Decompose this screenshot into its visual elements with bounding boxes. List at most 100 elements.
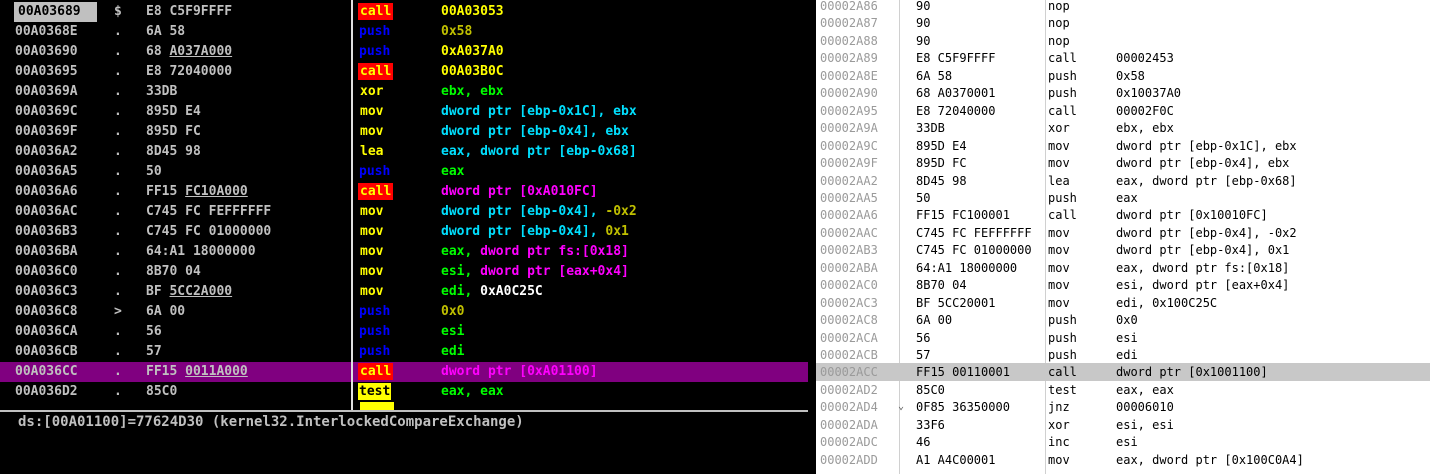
listing-row[interactable]: 00002AB3 C745 FC 01000000 mov dword ptr [eb… — [816, 241, 1430, 259]
listing-row[interactable]: 00002A9A 33DB xor ebx, ebx — [816, 119, 1430, 137]
address-cell[interactable]: 00002AB3 — [820, 241, 900, 259]
address-cell[interactable]: 00002A9F — [820, 154, 900, 172]
address-cell[interactable]: 00002ACB — [820, 346, 900, 364]
disasm-row[interactable]: 00A036CB. 57 push edi — [0, 342, 808, 362]
disasm-row[interactable]: 00A036C8 >6A 00 push 0x0 — [0, 302, 808, 322]
address-cell[interactable]: 00002A90 — [820, 84, 900, 102]
address-cell[interactable]: 00002A86 — [820, 0, 900, 15]
hex-bytes-cell: 6A 00 — [916, 313, 953, 328]
listing-row[interactable]: 00002AA6 FF15 FC100001 call dword ptr [0x10… — [816, 206, 1430, 224]
address-cell[interactable]: 00A036B3 — [15, 222, 105, 242]
address-cell[interactable]: 00002ADA — [820, 416, 900, 434]
address-cell[interactable]: 00A036CA — [15, 322, 105, 342]
listing-row[interactable]: 00002ADD A1 A4C00001 mov eax, dword ptr [0x… — [816, 451, 1430, 469]
address-cell[interactable]: 00A036CC — [15, 362, 105, 382]
address-cell[interactable]: 00002ADC — [820, 433, 900, 451]
address-cell[interactable]: 00A0369F — [15, 122, 105, 142]
listing-row[interactable]: 00002AC3 BF 5CC20001 mov edi, 0x100C25C — [816, 294, 1430, 312]
listing-row[interactable]: 00002AC8 6A 00 push 0x0 — [816, 311, 1430, 329]
disasm-row[interactable]: 00A036CC. FF15 0011A000 call dword ptr [0xA… — [0, 362, 808, 382]
disasm-row[interactable]: 00A036A5. 50 push eax — [0, 162, 808, 182]
address-cell[interactable]: 00A036C0 — [15, 262, 105, 282]
address-cell[interactable]: 00002A95 — [820, 102, 900, 120]
listing-row[interactable]: 00002AC0 8B70 04 mov esi, dword ptr [eax+0x… — [816, 276, 1430, 294]
address-cell[interactable]: 00002AD4 — [820, 398, 900, 416]
disasm-row[interactable]: 00A0369F. 895D FC mov dword ptr [ebp-0x4], … — [0, 122, 808, 142]
disasm-row[interactable]: 00A036CA. 56 push esi — [0, 322, 808, 342]
listing-row[interactable]: 00002A95 E8 72040000 call 00002F0C — [816, 102, 1430, 120]
address-cell[interactable]: 00A036AC — [15, 202, 105, 222]
address-cell[interactable]: 00002AC3 — [820, 294, 900, 312]
address-cell[interactable]: 00A036CB — [15, 342, 105, 362]
listing-row[interactable]: 00002A87 90 nop — [816, 14, 1430, 32]
address-cell[interactable]: 00002AD2 — [820, 381, 900, 399]
listing-row[interactable]: 00002AA5 50 push eax — [816, 189, 1430, 207]
address-cell[interactable]: 00002ACC — [820, 363, 900, 381]
disasm-row[interactable]: 00A03689 $ E8 C5F9FFFF call 00A03053 — [0, 2, 808, 22]
listing-row[interactable]: 00002ACA 56 push esi — [816, 329, 1430, 347]
address-cell[interactable]: 00002AA5 — [820, 189, 900, 207]
listing-row[interactable]: 00002A88 90 nop — [816, 32, 1430, 50]
address-cell[interactable]: 00A0369C — [15, 102, 105, 122]
disasm-row[interactable]: 00A036C3. BF 5CC2A000 mov edi, 0xA0C25C — [0, 282, 808, 302]
listing-row[interactable]: 00002AD2 85C0 test eax, eax — [816, 381, 1430, 399]
address-cell[interactable]: 00002A9A — [820, 119, 900, 137]
address-cell[interactable]: 00002AA2 — [820, 172, 900, 190]
disasm-row[interactable]: 00A0368E. 6A 58 push 0x58 — [0, 22, 808, 42]
disasm-row[interactable]: 00A036D2. 85C0 test eax, eax — [0, 382, 808, 402]
address-cell[interactable]: 00002A87 — [820, 14, 900, 32]
listing-row[interactable]: 00002AA2 8D45 98 lea eax, dword ptr [ebp-0x… — [816, 172, 1430, 190]
listing-row[interactable]: 00002A9C 895D E4 mov dword ptr [ebp-0x1C], … — [816, 137, 1430, 155]
address-cell[interactable]: 00A03695 — [15, 62, 105, 82]
address-cell[interactable]: 00002AA6 — [820, 206, 900, 224]
disasm-row[interactable]: 00A03695. E8 72040000 call 00A03B0C — [0, 62, 808, 82]
address-cell[interactable]: 00A036D2 — [15, 382, 105, 402]
address-cell[interactable]: 00A0369A — [15, 82, 105, 102]
disasm-row[interactable]: 00A03690. 68 A037A000 push 0xA037A0 — [0, 42, 808, 62]
address-cell[interactable]: 00A036A6 — [15, 182, 105, 202]
disassembly-listing[interactable]: 00A03689 $ E8 C5F9FFFF call 00A03053 00A0368E… — [0, 0, 808, 410]
address-cell[interactable]: 00002A88 — [820, 32, 900, 50]
address-cell[interactable]: 00A036C3 — [15, 282, 105, 302]
address-cell[interactable]: 00002AAC — [820, 224, 900, 242]
disasm-row[interactable]: 00A0369A. 33DB xor ebx, ebx — [0, 82, 808, 102]
listing-row[interactable]: 00002A90 68 A0370001 push 0x10037A0 — [816, 84, 1430, 102]
address-cell[interactable]: 00002AC0 — [820, 276, 900, 294]
address-cell[interactable]: 00A03690 — [15, 42, 105, 62]
mnemonic-text: mov — [360, 264, 384, 279]
listing-row[interactable]: 00002A9F 895D FC mov dword ptr [ebp-0x4], e… — [816, 154, 1430, 172]
address-cell[interactable]: 00002A89 — [820, 49, 900, 67]
listing-row[interactable]: 00002AAC C745 FC FEFFFFFF mov dword ptr [eb… — [816, 224, 1430, 242]
debugger-disassembly-pane[interactable]: 00A03689 $ E8 C5F9FFFF call 00A03053 00A0368E… — [0, 0, 808, 474]
address-cell[interactable]: 00002ACA — [820, 329, 900, 347]
address-cell[interactable]: 00002ADD — [820, 451, 900, 469]
address-cell[interactable]: 00002ABA — [820, 259, 900, 277]
listing-row[interactable]: 00002ADC 46 inc esi — [816, 433, 1430, 451]
disasm-row[interactable]: 00A036BA. 64:A1 18000000 mov eax, dword ptr… — [0, 242, 808, 262]
listing-row[interactable]: 00002ABA 64:A1 18000000 mov eax, dword ptr … — [816, 259, 1430, 277]
listing-row[interactable]: 00002AD4 ⌄ 0F85 36350000 jnz 00006010 — [816, 398, 1430, 416]
listing-row[interactable]: 00002A89 E8 C5F9FFFF call 00002453 — [816, 49, 1430, 67]
address-cell[interactable]: 00A036A2 — [15, 142, 105, 162]
disasm-row[interactable]: 00A036A2. 8D45 98 lea eax, dword ptr [ebp-0… — [0, 142, 808, 162]
disasm-row[interactable]: 00A036AC. C745 FC FEFFFFFF mov dword ptr [e… — [0, 202, 808, 222]
address-cell[interactable]: 00A036A5 — [15, 162, 105, 182]
address-cell[interactable]: 00002A8E — [820, 67, 900, 85]
listing-row[interactable]: 00002A8E 6A 58 push 0x58 — [816, 67, 1430, 85]
disasm-row[interactable]: 00A036C0. 8B70 04 mov esi, dword ptr [eax+0… — [0, 262, 808, 282]
disasm-row[interactable]: 00A036A6. FF15 FC10A000 call dword ptr [0xA… — [0, 182, 808, 202]
address-cell[interactable]: 00A0368E — [15, 22, 105, 42]
listing-row[interactable]: 00002A86 90 nop — [816, 0, 1430, 15]
listing-row[interactable]: 00002ACB 57 push edi — [816, 346, 1430, 364]
address-cell[interactable]: 00A03689 — [14, 2, 97, 22]
listing-row[interactable]: 00002ADA 33F6 xor esi, esi — [816, 416, 1430, 434]
address-cell[interactable]: 00002AC8 — [820, 311, 900, 329]
branch-arrow-icon — [898, 32, 910, 50]
address-cell[interactable]: 00A036BA — [15, 242, 105, 262]
static-disassembly-pane[interactable]: 00002A86 90 nop 00002A87 90 nop 00002A88 90 nop 0… — [816, 0, 1430, 474]
disasm-row[interactable]: 00A036B3. C745 FC 01000000 mov dword ptr [e… — [0, 222, 808, 242]
listing-row[interactable]: 00002ACC FF15 00110001 call dword ptr [0x10… — [816, 363, 1430, 382]
address-cell[interactable]: 00002A9C — [820, 137, 900, 155]
address-cell[interactable]: 00A036C8 — [15, 302, 105, 322]
disasm-row[interactable]: 00A0369C. 895D E4 mov dword ptr [ebp-0x1C],… — [0, 102, 808, 122]
